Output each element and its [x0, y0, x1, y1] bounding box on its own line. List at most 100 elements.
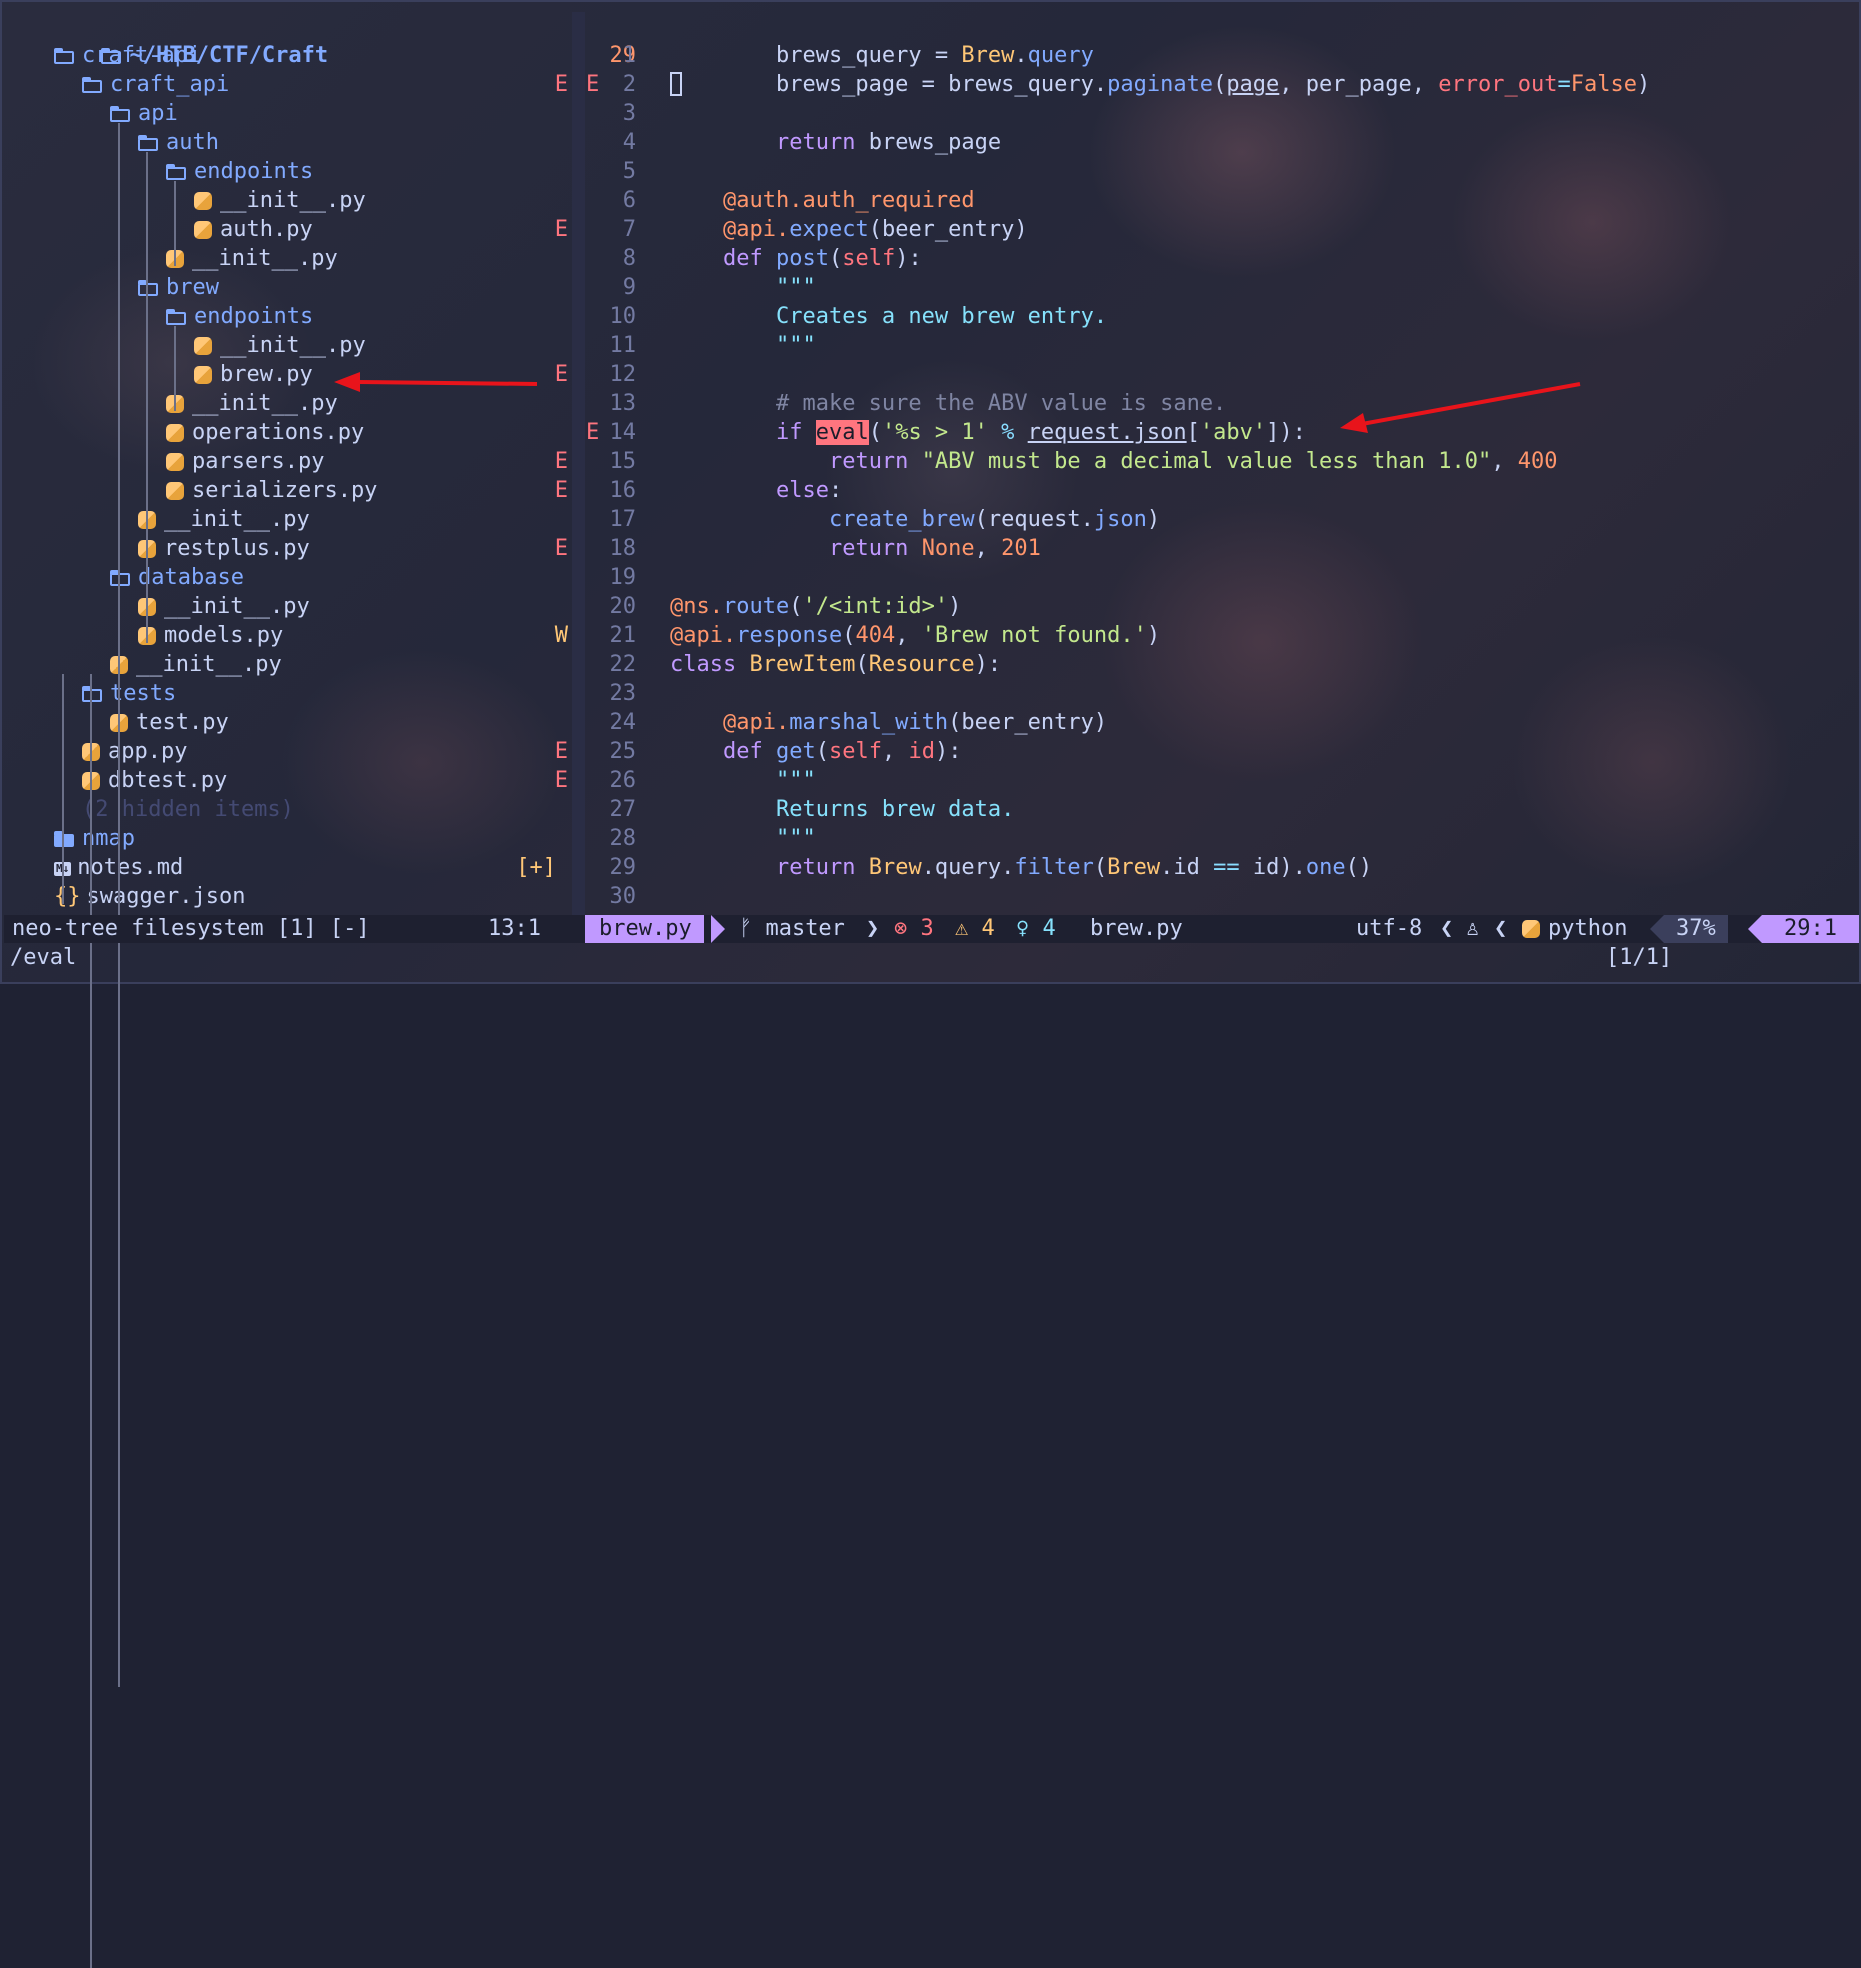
code-text: brews_page = brews_query.paginate(page, … — [670, 72, 1651, 97]
code-line[interactable]: 21 @api.response(404, 'Brew not found.') — [586, 621, 1856, 650]
code-line[interactable]: 3 — [586, 99, 1856, 128]
code-line[interactable]: 19 — [586, 563, 1856, 592]
tree-item[interactable]: api — [110, 99, 178, 128]
tree-item[interactable]: nmap — [54, 824, 135, 853]
error-count: 3 — [920, 916, 934, 941]
tree-item[interactable]: __init__.py — [110, 650, 282, 679]
tree-item[interactable]: __init__.py — [194, 331, 366, 360]
code-text: else: — [775, 478, 843, 503]
code-line[interactable]: 6 @auth.auth_required — [586, 186, 1856, 215]
code-line[interactable]: 26 """ — [586, 766, 1856, 795]
code-line[interactable]: 5 — [586, 157, 1856, 186]
tree-root[interactable]: ~/HTB/CTF/Craft — [22, 12, 328, 68]
code-line[interactable]: 24 @api.marshal_with(beer_entry) — [586, 708, 1856, 737]
tree-item[interactable]: operations.py — [166, 418, 364, 447]
tree-item[interactable]: craft-api — [54, 41, 201, 70]
linux-icon: ♙ — [1466, 916, 1480, 941]
tree-item[interactable]: app.py — [82, 737, 187, 766]
tree-item[interactable]: tests — [82, 679, 176, 708]
code-line[interactable]: 15 return "ABV must be a decimal value l… — [586, 447, 1856, 476]
folder-open-icon — [110, 106, 132, 122]
error-marker: E — [554, 72, 568, 97]
code-editor[interactable]: 29 1 brews_query = Brew.query 2 E brews_pa… — [586, 12, 1856, 916]
tree-item[interactable]: serializers.py — [166, 476, 377, 505]
error-marker: E — [554, 536, 568, 561]
tree-item[interactable]: __init__.py — [166, 389, 338, 418]
chevron-left-icon-2: ❮ — [1494, 916, 1508, 941]
code-line-top[interactable]: 29 — [586, 12, 682, 96]
tree-item[interactable]: auth.py — [194, 215, 313, 244]
code-line[interactable]: 1 brews_query = Brew.query — [586, 41, 1856, 70]
code-line[interactable]: 29 return Brew.query.filter(Brew.id == i… — [586, 853, 1856, 882]
code-line[interactable]: 2E brews_page = brews_query.paginate(pag… — [586, 70, 1856, 99]
hint-icon: ♀ — [1016, 916, 1030, 941]
code-line[interactable]: 17 create_brew(request.json) — [586, 505, 1856, 534]
code-line[interactable]: 4 return brews_page — [586, 128, 1856, 157]
tree-item[interactable]: models.py — [138, 621, 283, 650]
code-line[interactable]: 14 E if eval('%s > 1' % request.json['abv… — [586, 418, 1856, 447]
tree-item[interactable]: endpoints — [166, 157, 313, 186]
command-line[interactable]: /eval — [10, 944, 76, 972]
tree-item[interactable]: (2 hidden items) — [82, 795, 294, 824]
code-line[interactable]: 12 — [586, 360, 1856, 389]
tree-item[interactable]: parsers.py — [166, 447, 324, 476]
code-line[interactable]: 13 # make sure the ABV value is sane. — [586, 389, 1856, 418]
tree-item[interactable]: database — [110, 563, 244, 592]
code-line[interactable]: 25 def get(self, id): — [586, 737, 1856, 766]
gutter-error-sign: E — [586, 72, 600, 97]
code-line[interactable]: 18 return None, 201 — [586, 534, 1856, 563]
tree-item[interactable]: {} swagger.json — [54, 882, 245, 911]
error-marker: E — [554, 768, 568, 793]
code-text: Returns brew data. — [775, 797, 1015, 822]
folder-open-icon — [82, 77, 104, 93]
file-explorer: ~/HTB/CTF/Craft craft-api craft_api Eapi au… — [2, 12, 572, 1968]
tree-item-label: models.py — [164, 623, 284, 648]
code-line[interactable]: 28 """ — [586, 824, 1856, 853]
code-line[interactable]: 20 @ns.route('/<int:id>') — [586, 592, 1856, 621]
line-number: 26 — [609, 768, 637, 793]
tree-item[interactable]: craft_api — [82, 70, 229, 99]
tree-item-label: (2 hidden items) — [82, 797, 294, 822]
code-line[interactable]: 8 def post(self): — [586, 244, 1856, 273]
status-line: neo-tree filesystem [1] [-] 13:1 brew.py… — [4, 915, 1859, 943]
error-icon: ⊗ — [894, 916, 908, 941]
tree-item[interactable]: restplus.py — [138, 534, 310, 563]
tree-item[interactable]: test.py — [110, 708, 229, 737]
code-line[interactable]: 7 @api.expect(beer_entry) — [586, 215, 1856, 244]
tree-item[interactable]: dbtest.py — [82, 766, 227, 795]
code-line[interactable]: 16 else: — [586, 476, 1856, 505]
line-number: 21 — [609, 623, 637, 648]
code-text: """ — [775, 333, 816, 358]
tree-item[interactable]: auth — [138, 128, 219, 157]
folder-open-icon — [166, 309, 188, 325]
tree-item[interactable]: __init__.py — [138, 592, 310, 621]
tree-item[interactable]: endpoints — [166, 302, 313, 331]
folder-open-icon — [138, 280, 160, 296]
tree-item[interactable]: __init__.py — [138, 505, 310, 534]
tree-item[interactable]: __init__.py — [166, 244, 338, 273]
code-line[interactable]: 11 """ — [586, 331, 1856, 360]
tree-item-label: craft-api — [82, 43, 202, 68]
line-number: 7 — [622, 217, 636, 242]
git-branch-label: master — [765, 916, 845, 941]
folder-icon — [54, 831, 76, 847]
code-text: @api.marshal_with(beer_entry) — [722, 710, 1108, 735]
tree-item[interactable]: __init__.py — [194, 186, 366, 215]
code-text: return brews_page — [775, 130, 1002, 155]
tree-item[interactable]: brew — [138, 273, 219, 302]
indent-guide — [174, 181, 176, 266]
code-line[interactable]: 10 Creates a new brew entry. — [586, 302, 1856, 331]
code-line[interactable]: 9 """ — [586, 273, 1856, 302]
code-line[interactable]: 30 — [586, 882, 1856, 911]
separator-arrow-3 — [1748, 915, 1762, 943]
code-line[interactable]: 23 — [586, 679, 1856, 708]
filetype: python — [1522, 915, 1627, 943]
line-number: 3 — [622, 101, 636, 126]
code-line[interactable]: 27 Returns brew data. — [586, 795, 1856, 824]
code-line[interactable]: 22 class BrewItem(Resource): — [586, 650, 1856, 679]
tree-item-label: craft_api — [110, 72, 230, 97]
python-file-icon — [166, 482, 184, 500]
tree-item[interactable]: brew.py — [194, 360, 313, 389]
window-separator[interactable] — [572, 12, 585, 916]
line-number: 29 — [609, 855, 637, 880]
